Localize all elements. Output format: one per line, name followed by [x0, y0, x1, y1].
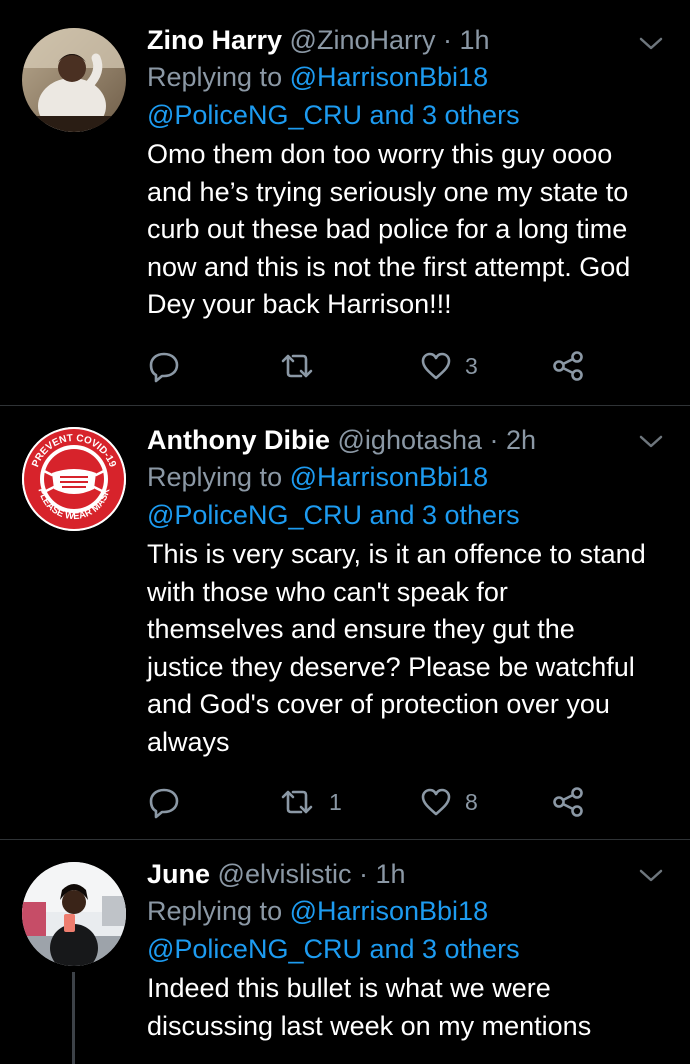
- avatar[interactable]: [22, 862, 126, 966]
- tweet-2[interactable]: PREVENT COVID-19 PLEASE WEAR MASK Anthon…: [0, 406, 690, 840]
- replying-prefix: Replying to: [147, 896, 290, 926]
- replying-to: Replying to @HarrisonBbi18 @PoliceNG_CRU…: [147, 892, 650, 968]
- reply-icon: [149, 352, 179, 383]
- share-icon: [553, 787, 583, 817]
- share-icon: [553, 351, 583, 381]
- tweet-header: Zino Harry @ZinoHarry · 1h: [147, 22, 650, 58]
- action-bar: 1 8: [147, 782, 607, 822]
- avatar-photo: [22, 862, 126, 966]
- like-count: 3: [465, 352, 478, 379]
- handle[interactable]: @elvislistic: [218, 859, 352, 889]
- handle[interactable]: @ZinoHarry: [290, 25, 436, 55]
- avatar[interactable]: PREVENT COVID-19 PLEASE WEAR MASK: [22, 427, 126, 531]
- tweet-3[interactable]: June @elvislistic · 1h Replying to @Harr…: [0, 840, 690, 1064]
- retweet-icon: [281, 790, 313, 814]
- replying-prefix: Replying to: [147, 462, 290, 492]
- like-button[interactable]: 3: [419, 346, 478, 386]
- replying-to: Replying to @HarrisonBbi18 @PoliceNG_CRU…: [147, 458, 650, 534]
- reply-mention-link[interactable]: @HarrisonBbi18: [290, 462, 489, 492]
- reply-mention-link[interactable]: @HarrisonBbi18: [290, 896, 489, 926]
- display-name[interactable]: Zino Harry: [147, 25, 282, 55]
- tweet-text: Omo them don too worry this guy oooo and…: [147, 139, 631, 319]
- tweet-1[interactable]: Zino Harry @ZinoHarry · 1h Replying to @…: [0, 0, 690, 406]
- tweet-header: June @elvislistic · 1h: [147, 856, 650, 892]
- share-button[interactable]: [551, 346, 585, 386]
- covid-mask-badge-logo: PREVENT COVID-19 PLEASE WEAR MASK: [22, 427, 126, 531]
- reply-others-link[interactable]: @PoliceNG_CRU and 3 others: [147, 100, 520, 130]
- replying-to: Replying to @HarrisonBbi18 @PoliceNG_CRU…: [147, 58, 650, 134]
- timestamp[interactable]: · 2h: [490, 425, 537, 455]
- reply-mention-link[interactable]: @HarrisonBbi18: [290, 62, 489, 92]
- retweet-count: 1: [329, 788, 342, 815]
- retweet-button[interactable]: 1: [277, 782, 342, 822]
- tweet-header: Anthony Dibie @ighotasha · 2h: [147, 422, 650, 458]
- display-name[interactable]: June: [147, 859, 210, 889]
- heart-icon: [421, 352, 451, 380]
- heart-icon: [421, 788, 451, 816]
- action-bar: 3: [147, 346, 607, 386]
- tweet-text: Indeed this bullet is what we were discu…: [147, 973, 592, 1041]
- like-button[interactable]: 8: [419, 782, 478, 822]
- retweet-icon: [281, 354, 313, 378]
- tweet-text: This is very scary, is it an offence to …: [147, 539, 646, 757]
- timestamp[interactable]: · 1h: [443, 25, 490, 55]
- handle[interactable]: @ighotasha: [338, 425, 483, 455]
- timestamp[interactable]: · 1h: [359, 859, 406, 889]
- avatar[interactable]: [22, 28, 126, 132]
- avatar-photo: [22, 28, 126, 132]
- reply-icon: [149, 788, 179, 819]
- replying-prefix: Replying to: [147, 62, 290, 92]
- retweet-button[interactable]: [277, 346, 317, 386]
- share-button[interactable]: [551, 782, 585, 822]
- like-count: 8: [465, 788, 478, 815]
- display-name[interactable]: Anthony Dibie: [147, 425, 330, 455]
- reply-others-link[interactable]: @PoliceNG_CRU and 3 others: [147, 934, 520, 964]
- thread-line: [72, 972, 75, 1064]
- reply-button[interactable]: [147, 782, 181, 822]
- reply-others-link[interactable]: @PoliceNG_CRU and 3 others: [147, 500, 520, 530]
- reply-button[interactable]: [147, 346, 181, 386]
